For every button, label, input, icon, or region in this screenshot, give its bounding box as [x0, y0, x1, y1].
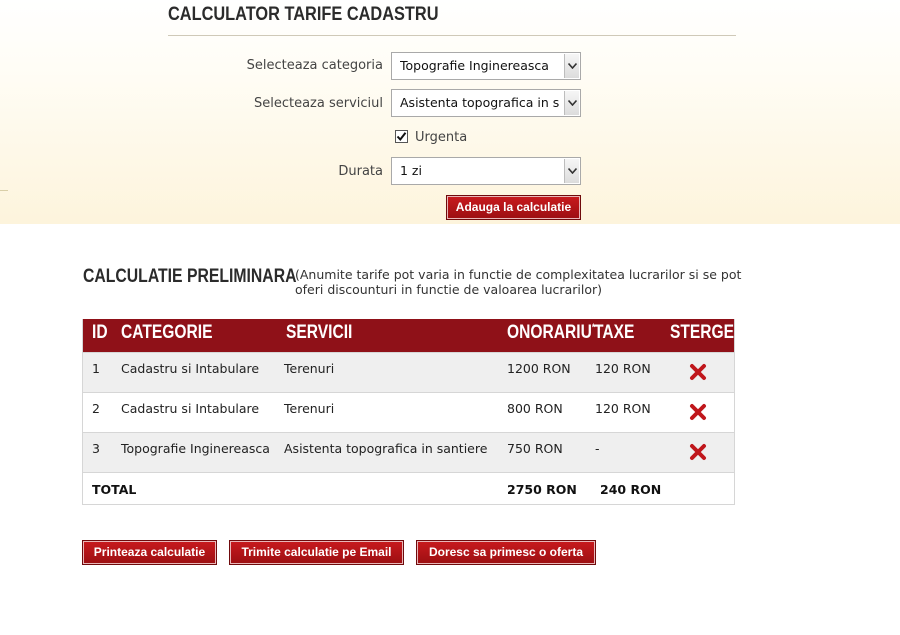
total-tax: 240 RON	[600, 482, 662, 497]
row-fee: 750 RON	[507, 441, 563, 456]
header-services: SERVICII	[286, 322, 353, 343]
total-fee: 2750 RON	[507, 482, 577, 497]
row-category: Topografie Inginereasca	[121, 441, 270, 456]
preliminary-title: CALCULATIE PRELIMINARA	[83, 266, 297, 287]
row-category: Cadastru si Intabulare	[121, 361, 260, 376]
total-label: TOTAL	[92, 482, 137, 497]
category-select[interactable]: Topografie Inginereasca	[391, 52, 581, 80]
urgent-label: Urgenta	[415, 130, 468, 145]
row-fee: 1200 RON	[507, 361, 571, 376]
header-fee-text: ONORARIU	[507, 322, 592, 343]
row-id: 2	[92, 401, 100, 416]
table-row: 3 Topografie Inginereasca Asistenta topo…	[83, 432, 734, 472]
request-offer-button[interactable]: Doresc sa primesc o oferta	[416, 540, 596, 565]
row-fee: 800 RON	[507, 401, 563, 416]
service-select[interactable]: Asistenta topografica in santiere	[391, 89, 581, 117]
row-service: Terenuri	[284, 361, 335, 376]
table-header: ID CATEGORIE SERVICII ONORARIU* TAXE STE…	[83, 319, 734, 352]
row-category: Cadastru si Intabulare	[121, 401, 260, 416]
chevron-down-icon[interactable]	[564, 91, 579, 115]
print-calculation-button[interactable]: Printeaza calculatie	[82, 540, 217, 565]
service-label: Selecteaza serviciul	[253, 96, 383, 111]
delete-icon[interactable]	[689, 363, 707, 381]
header-category: CATEGORIE	[121, 322, 213, 343]
header-fee: ONORARIU*	[507, 322, 595, 344]
duration-selected-value: 1 zi	[400, 163, 422, 178]
category-label: Selecteaza categoria	[246, 58, 383, 73]
delete-icon[interactable]	[689, 443, 707, 461]
urgent-checkbox[interactable]	[395, 130, 408, 143]
calculation-table: ID CATEGORIE SERVICII ONORARIU* TAXE STE…	[82, 319, 735, 505]
chevron-down-icon[interactable]	[564, 54, 579, 78]
duration-select[interactable]: 1 zi	[391, 157, 581, 185]
total-row: TOTAL 2750 RON 240 RON	[83, 472, 734, 504]
category-selected-value: Topografie Inginereasca	[400, 58, 549, 73]
service-selected-value: Asistenta topografica in santiere	[400, 95, 560, 110]
email-calculation-button[interactable]: Trimite calculatie pe Email	[229, 540, 404, 565]
header-tax: TAXE	[594, 322, 635, 343]
row-service: Terenuri	[284, 401, 335, 416]
checkmark-icon	[396, 132, 407, 142]
row-service: Asistenta topografica in santiere	[284, 441, 488, 456]
table-row: 1 Cadastru si Intabulare Terenuri 1200 R…	[83, 352, 734, 392]
delete-icon[interactable]	[689, 403, 707, 421]
row-tax: 120 RON	[595, 401, 651, 416]
preliminary-note: (Anumite tarife pot varia in functie de …	[295, 267, 742, 297]
row-tax: 120 RON	[595, 361, 651, 376]
row-id: 1	[92, 361, 100, 376]
row-id: 3	[92, 441, 100, 456]
header-delete: STERGE	[670, 322, 735, 343]
chevron-down-icon[interactable]	[564, 159, 579, 183]
add-to-calculation-button[interactable]: Adauga la calculatie	[446, 195, 581, 220]
divider	[0, 190, 8, 191]
table-row: 2 Cadastru si Intabulare Terenuri 800 RO…	[83, 392, 734, 432]
duration-label: Durata	[338, 164, 383, 179]
title-divider	[168, 35, 736, 36]
header-id: ID	[92, 322, 108, 343]
calculator-title: CALCULATOR TARIFE CADASTRU	[168, 4, 439, 25]
row-tax: -	[595, 441, 600, 456]
